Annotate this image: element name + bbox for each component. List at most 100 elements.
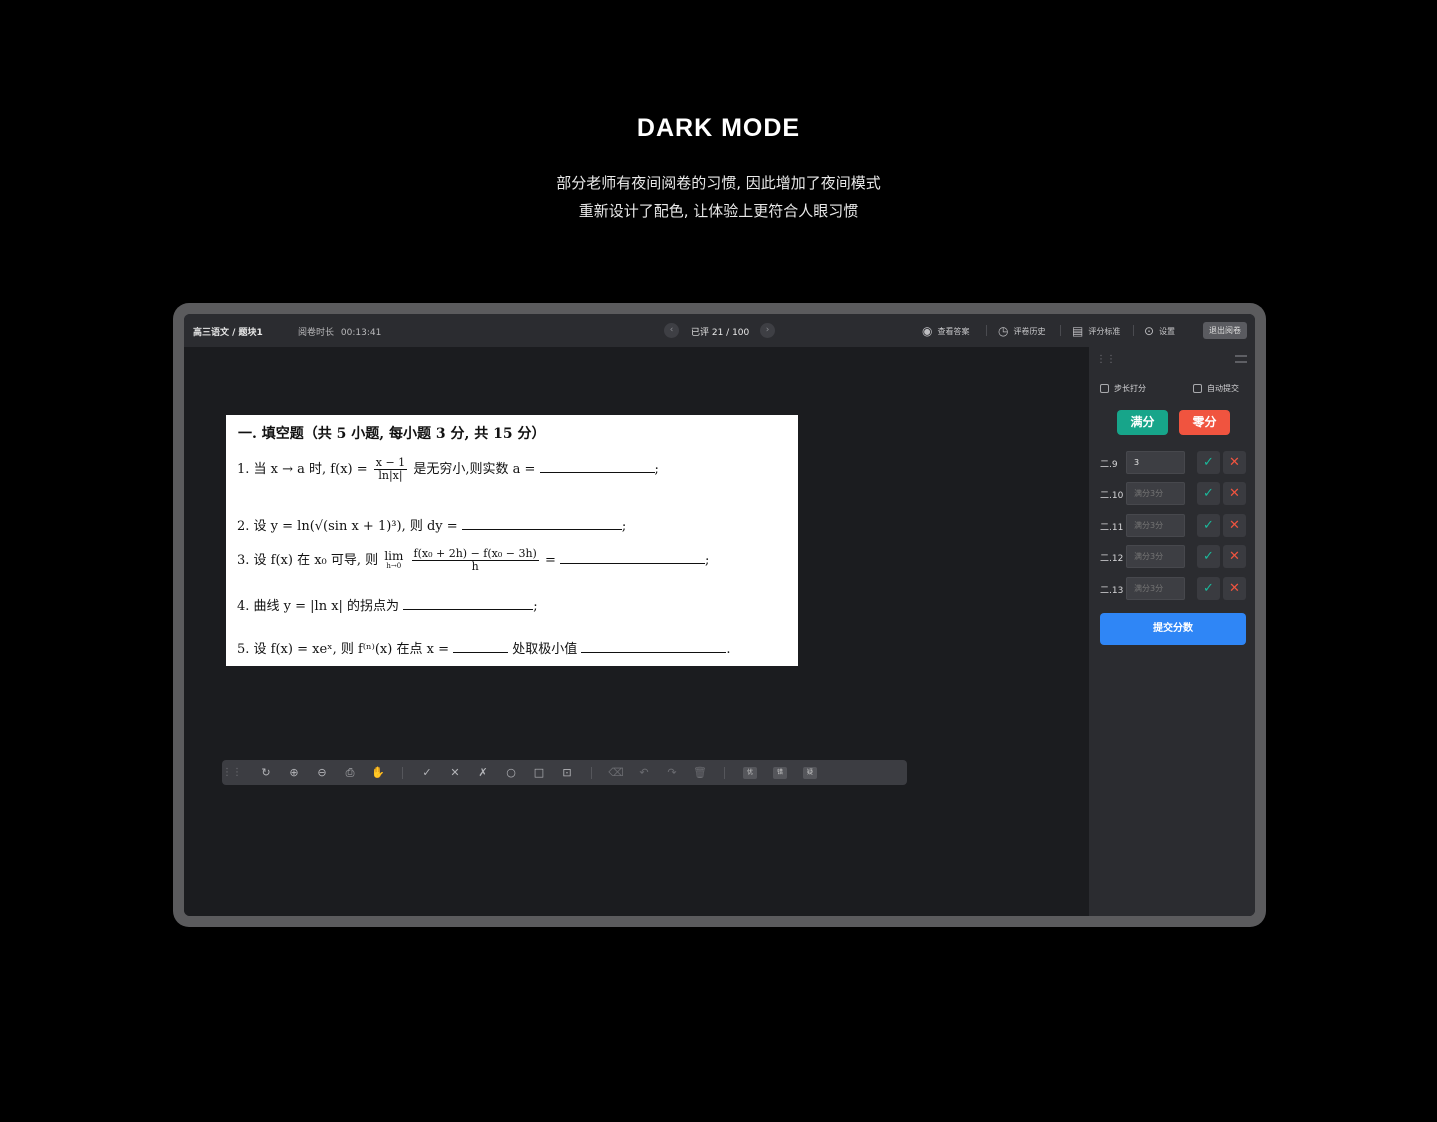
zoom-in-icon[interactable]: ⊕: [280, 766, 308, 779]
q2-semicolon: ;: [621, 519, 627, 534]
exit-grading-button[interactable]: 退出阅卷: [1203, 322, 1247, 339]
question-number: 二.12: [1100, 554, 1124, 564]
mark-wrong-icon[interactable]: ✕: [441, 766, 469, 779]
mark-zero-cross-icon[interactable]: ✕: [1223, 451, 1246, 474]
checkbox-icon: [1193, 384, 1202, 393]
rectangle-tool-icon[interactable]: □: [525, 766, 553, 779]
top-bar: 高三语文 / 题块1 阅卷时长 00:13:41 ‹ 已评 21 / 100 ›…: [184, 314, 1255, 347]
panel-drag-handle-icon[interactable]: ⋮⋮: [1096, 354, 1116, 365]
prev-paper-button[interactable]: ‹: [664, 323, 679, 338]
mark-full-check-icon[interactable]: ✓: [1197, 451, 1220, 474]
q1-prefix: 1. 当 x → a 时, f(x) =: [237, 462, 368, 478]
text-box-tool-icon[interactable]: ⊡: [553, 766, 581, 779]
undo-icon[interactable]: ↶: [630, 766, 658, 779]
section-heading: 一. 填空题（共 5 小题, 每小题 3 分, 共 15 分）: [238, 426, 546, 442]
mark-zero-cross-icon[interactable]: ✕: [1223, 514, 1246, 537]
score-input[interactable]: [1126, 514, 1185, 537]
settings-button[interactable]: ⊙ 设置: [1144, 324, 1175, 338]
scoring-standard-button[interactable]: ▤ 评分标准: [1072, 324, 1120, 338]
fit-page-icon[interactable]: ⎙: [336, 766, 364, 780]
drag-handle-icon[interactable]: ⋮⋮: [222, 767, 242, 778]
trash-icon[interactable]: 🗑: [686, 766, 714, 779]
score-row: 二.13 ✓ ✕: [1089, 577, 1255, 601]
hero-title: DARK MODE: [636, 114, 801, 142]
rotate-icon[interactable]: ↻: [252, 766, 280, 779]
gear-icon: ⊙: [1144, 324, 1155, 338]
eye-icon: ◉: [922, 324, 933, 338]
zoom-out-icon[interactable]: ⊖: [308, 766, 336, 779]
question-number: 二.11: [1100, 523, 1124, 533]
paper-canvas[interactable]: 一. 填空题（共 5 小题, 每小题 3 分, 共 15 分） 1. 当 x →…: [184, 347, 1089, 916]
answer-blank: [403, 609, 534, 610]
answer-sheet-image: 一. 填空题（共 5 小题, 每小题 3 分, 共 15 分） 1. 当 x →…: [226, 415, 798, 666]
mark-correct-icon[interactable]: ✓: [413, 766, 441, 779]
mark-full-check-icon[interactable]: ✓: [1197, 577, 1220, 600]
question-5: 5. 设 f(x) = xeˣ, 则 f⁽ⁿ⁾(x) 在点 x = 处取极小值 …: [237, 638, 731, 657]
q3-denominator: h: [471, 560, 479, 574]
hand-pan-icon[interactable]: ✋: [364, 766, 392, 779]
view-answer-button[interactable]: ◉ 查看答案: [922, 324, 969, 338]
mark-half-icon[interactable]: ✗: [469, 766, 497, 779]
document-icon: ▤: [1072, 324, 1084, 338]
q1-semicolon: ;: [654, 462, 659, 478]
q3-fraction: f(x₀ + 2h) − f(x₀ − 3h) h: [411, 547, 539, 574]
score-input[interactable]: [1126, 577, 1185, 600]
score-row: 二.11 ✓ ✕: [1089, 514, 1255, 538]
q3-lim-sub: h→0: [386, 562, 402, 571]
score-input[interactable]: [1126, 545, 1185, 568]
annotation-toolbar: ⋮⋮ ↻ ⊕ ⊖ ⎙ ✋ ✓ ✕ ✗ ○ □ ⊡ ⌫ ↶ ↷ 🗑 优 错 疑: [222, 760, 907, 785]
question-3: 3. 设 f(x) 在 x₀ 可导, 则 lim h→0 f(x₀ + 2h) …: [237, 547, 710, 574]
q5-part-b: 处取极小值: [512, 642, 578, 657]
score-input[interactable]: [1126, 451, 1185, 474]
mark-zero-cross-icon[interactable]: ✕: [1223, 482, 1246, 505]
q3-prefix: 3. 设 f(x) 在 x₀ 可导, 则: [237, 553, 379, 569]
hero-subtitle-line2: 重新设计了配色, 让体验上更符合人眼习惯: [578, 202, 859, 220]
question-2: 2. 设 y = ln(√(sin x + 1)³), 则 dy = ;: [237, 515, 626, 534]
clock-icon: ◷: [998, 324, 1009, 338]
score-row: 二.10 ✓ ✕: [1089, 482, 1255, 506]
zero-score-button[interactable]: 零分: [1179, 410, 1230, 435]
step-score-checkbox[interactable]: 步长打分: [1100, 383, 1146, 394]
q5-part-a: 5. 设 f(x) = xeˣ, 则 f⁽ⁿ⁾(x) 在点 x =: [237, 642, 449, 657]
breadcrumb: 高三语文 / 题块1: [193, 328, 263, 338]
circle-tool-icon[interactable]: ○: [497, 766, 525, 779]
submit-score-button[interactable]: 提交分数: [1100, 613, 1246, 645]
mark-full-check-icon[interactable]: ✓: [1197, 514, 1220, 537]
timer-value: 00:13:41: [340, 328, 382, 338]
tag-excellent-button[interactable]: 优: [743, 766, 757, 779]
grading-history-button[interactable]: ◷ 评卷历史: [998, 324, 1045, 338]
score-row: 二.12 ✓ ✕: [1089, 545, 1255, 569]
score-input[interactable]: [1126, 482, 1185, 505]
full-score-button[interactable]: 满分: [1117, 410, 1168, 435]
mark-full-check-icon[interactable]: ✓: [1197, 545, 1220, 568]
answer-blank: [539, 472, 655, 474]
redo-icon[interactable]: ↷: [658, 766, 686, 779]
q2-text: 2. 设 y = ln(√(sin x + 1)³), 则 dy =: [237, 519, 458, 534]
mark-zero-cross-icon[interactable]: ✕: [1223, 577, 1246, 600]
mark-full-check-icon[interactable]: ✓: [1197, 482, 1220, 505]
timer-label: 阅卷时长: [298, 328, 335, 338]
question-number: 二.9: [1100, 460, 1118, 470]
answer-blank: [560, 563, 706, 565]
q1-fraction: x − 1 ln|x|: [373, 456, 408, 483]
question-number: 二.13: [1100, 586, 1124, 596]
eraser-icon[interactable]: ⌫: [602, 766, 630, 779]
next-paper-button[interactable]: ›: [760, 323, 775, 338]
hero-subtitle-line1: 部分老师有夜间阅卷的习惯, 因此增加了夜间模式: [556, 174, 881, 192]
q3-limit: lim h→0: [384, 549, 403, 571]
tag-doubt-button[interactable]: 疑: [803, 766, 817, 779]
mark-zero-cross-icon[interactable]: ✕: [1223, 545, 1246, 568]
grading-progress: 已评 21 / 100: [691, 328, 750, 338]
q3-semicolon: ;: [705, 553, 710, 569]
collapse-panel-icon[interactable]: [1235, 355, 1247, 363]
q3-eq: =: [545, 553, 556, 569]
auto-submit-checkbox[interactable]: 自动提交: [1193, 383, 1239, 394]
answer-blank: [581, 652, 727, 653]
answer-blank: [461, 529, 622, 530]
q5-period: .: [726, 642, 731, 657]
q4-text: 4. 曲线 y = |ln x| 的拐点为: [237, 599, 400, 614]
tag-error-button[interactable]: 错: [773, 766, 787, 779]
scoring-panel: ⋮⋮ 步长打分 自动提交 满分 零分 二.9 ✓ ✕ 二.10 ✓: [1089, 347, 1255, 916]
q1-denominator: ln|x|: [378, 469, 403, 483]
question-4: 4. 曲线 y = |ln x| 的拐点为 ;: [237, 595, 538, 614]
